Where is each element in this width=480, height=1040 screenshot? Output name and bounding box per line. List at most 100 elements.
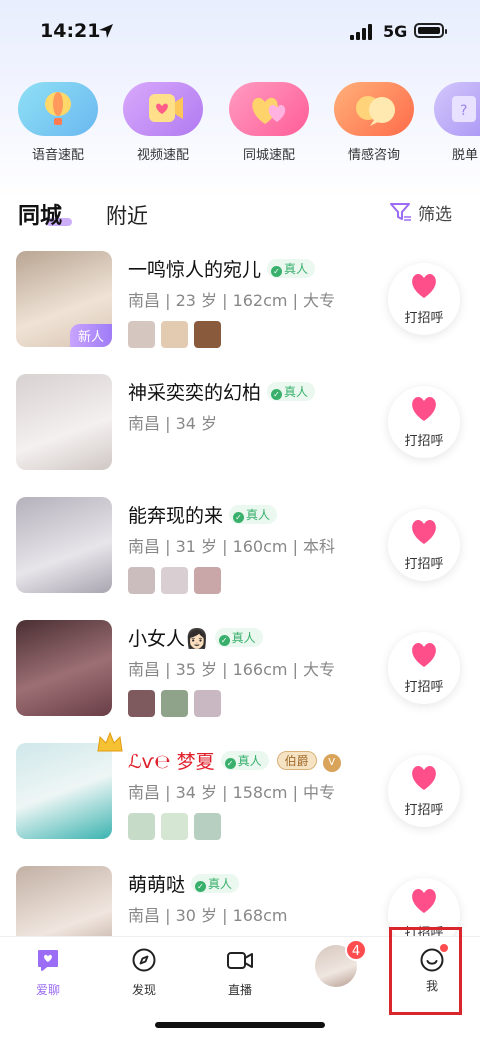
heart-icon xyxy=(412,396,436,421)
user-card[interactable]: 小女人👩🏻 ✓ 真人 南昌 | 35 岁 | 166cm | 大专 打招呼 xyxy=(0,620,480,740)
verified-badge: ✓ 真人 xyxy=(267,382,316,401)
greet-label: 打招呼 xyxy=(404,557,444,572)
feature-label: 语音速配 xyxy=(31,148,84,163)
photo-thumbnail[interactable] xyxy=(128,567,155,594)
verified-label: 真人 xyxy=(284,385,309,399)
nav-item-discover[interactable]: 发现 xyxy=(109,947,179,998)
verified-badge: ✓ 真人 xyxy=(229,505,278,524)
photo-thumbnail[interactable] xyxy=(161,813,188,840)
user-card[interactable]: 神采奕奕的幻柏 ✓ 真人 南昌 | 34 岁 打招呼 xyxy=(0,374,480,494)
unread-count-badge: 4 xyxy=(345,939,367,961)
feature-voice-match[interactable]: 语音速配 xyxy=(13,82,103,163)
battery-icon xyxy=(414,23,447,38)
user-avatar[interactable] xyxy=(16,743,112,839)
user-info: 南昌 | 23 岁 | 162cm | 大专 xyxy=(128,291,336,310)
verified-label: 真人 xyxy=(246,508,271,522)
home-indicator xyxy=(155,1022,325,1028)
user-info: 南昌 | 34 岁 | 158cm | 中专 xyxy=(128,783,336,802)
verified-check-icon: ✓ xyxy=(233,512,245,523)
feature-local-match[interactable]: 同城速配 xyxy=(224,82,314,163)
feature-video-match[interactable]: 视频速配 xyxy=(118,82,208,163)
level-badge-icon: V xyxy=(322,754,341,772)
user-avatar[interactable] xyxy=(16,374,112,470)
greet-button[interactable]: 打招呼 xyxy=(388,509,460,581)
greet-label: 打招呼 xyxy=(404,680,444,695)
photo-thumbnail[interactable] xyxy=(128,321,155,348)
verified-badge: ✓ 真人 xyxy=(191,874,240,893)
user-avatar[interactable] xyxy=(16,620,112,716)
verified-check-icon: ✓ xyxy=(271,266,283,277)
status-time: 14:21 xyxy=(40,20,101,42)
user-name: ℒѵ℮ 梦夏 ✓ 真人 伯爵 V xyxy=(128,747,341,774)
heart-icon xyxy=(412,519,436,544)
verified-badge: ✓ 真人 xyxy=(220,751,269,770)
user-name: 一鸣惊人的宛儿 ✓ 真人 xyxy=(128,255,316,282)
user-avatar[interactable] xyxy=(16,497,112,593)
nav-label: 直播 xyxy=(227,983,252,997)
chat-bubbles-icon xyxy=(334,82,414,136)
user-name: 小女人👩🏻 ✓ 真人 xyxy=(128,624,263,651)
nav-label: 爱聊 xyxy=(35,983,60,997)
verified-label: 真人 xyxy=(208,877,233,891)
location-arrow-icon xyxy=(99,24,113,38)
nav-item-live[interactable]: 直播 xyxy=(205,947,275,998)
verified-check-icon: ✓ xyxy=(224,758,236,769)
signal-icon xyxy=(350,24,372,40)
feature-label: 同城速配 xyxy=(242,148,295,163)
avatar: 4 xyxy=(315,939,367,987)
filter-icon xyxy=(390,203,411,221)
greet-button[interactable]: 打招呼 xyxy=(388,386,460,458)
rank-badge: 伯爵 xyxy=(276,751,317,770)
balloon-icon xyxy=(18,82,98,136)
feature-label: 脱单 xyxy=(452,148,479,163)
heart-icon xyxy=(412,273,436,298)
chat-heart-icon xyxy=(38,950,58,971)
camera-icon xyxy=(227,952,253,969)
user-card[interactable]: 新人 一鸣惊人的宛儿 ✓ 真人 南昌 | 23 岁 | 162cm | 大专 打招呼 xyxy=(0,251,480,371)
user-info: 南昌 | 35 岁 | 166cm | 大专 xyxy=(128,660,336,679)
greet-button[interactable]: 打招呼 xyxy=(388,632,460,704)
nav-item-chat[interactable]: 爱聊 xyxy=(13,947,83,998)
user-name-text: 小女人👩🏻 xyxy=(128,628,209,650)
user-name: 神采奕奕的幻柏 ✓ 真人 xyxy=(128,378,316,405)
photo-thumbnail[interactable] xyxy=(194,321,221,348)
feature-label: 视频速配 xyxy=(136,148,189,163)
photo-thumbnail[interactable] xyxy=(161,567,188,594)
greet-button[interactable]: 打招呼 xyxy=(388,755,460,827)
user-card[interactable]: ℒѵ℮ 梦夏 ✓ 真人 伯爵 V 南昌 | 34 岁 | 158cm | 中专 打招呼 xyxy=(0,731,480,863)
photo-thumbnail[interactable] xyxy=(161,690,188,717)
user-info: 南昌 | 31 岁 | 160cm | 本科 xyxy=(128,537,336,556)
verified-check-icon: ✓ xyxy=(271,389,283,400)
verified-check-icon: ✓ xyxy=(195,881,207,892)
heart-icon xyxy=(412,642,436,667)
greet-button[interactable]: 打招呼 xyxy=(388,263,460,335)
verified-badge: ✓ 真人 xyxy=(214,628,263,647)
svg-text:?: ? xyxy=(460,103,467,119)
photo-thumbnail[interactable] xyxy=(128,690,155,717)
photo-thumbnail[interactable] xyxy=(194,567,221,594)
tab-nearby[interactable]: 附近 xyxy=(106,200,148,230)
photo-thumbnails xyxy=(128,813,227,844)
feature-get-single[interactable]: ? 脱单 xyxy=(434,82,480,163)
feature-emotion-consult[interactable]: 情感咨询 xyxy=(329,82,419,163)
verified-label: 真人 xyxy=(231,631,256,645)
feature-label: 情感咨询 xyxy=(347,148,400,163)
greet-label: 打招呼 xyxy=(404,803,444,818)
photo-thumbnail[interactable] xyxy=(194,813,221,840)
photo-thumbnails xyxy=(128,567,227,598)
heart-icon xyxy=(412,765,436,790)
user-name: 能奔现的来 ✓ 真人 xyxy=(128,501,278,528)
tab-local[interactable]: 同城 xyxy=(18,198,62,230)
photo-thumbnail[interactable] xyxy=(194,690,221,717)
user-avatar[interactable]: 新人 xyxy=(16,251,112,347)
compass-icon xyxy=(132,948,156,972)
user-name-text: 神采奕奕的幻柏 xyxy=(128,382,262,404)
user-card[interactable]: 能奔现的来 ✓ 真人 南昌 | 31 岁 | 160cm | 本科 打招呼 xyxy=(0,497,480,617)
highlight-box xyxy=(389,927,462,1015)
filter-button[interactable]: 筛选 xyxy=(388,196,468,226)
user-name-text: 一鸣惊人的宛儿 xyxy=(128,259,262,281)
nav-item-messages[interactable]: 4 xyxy=(301,939,371,987)
status-bar: 14:21 5G xyxy=(0,0,480,64)
photo-thumbnail[interactable] xyxy=(161,321,188,348)
photo-thumbnail[interactable] xyxy=(128,813,155,840)
